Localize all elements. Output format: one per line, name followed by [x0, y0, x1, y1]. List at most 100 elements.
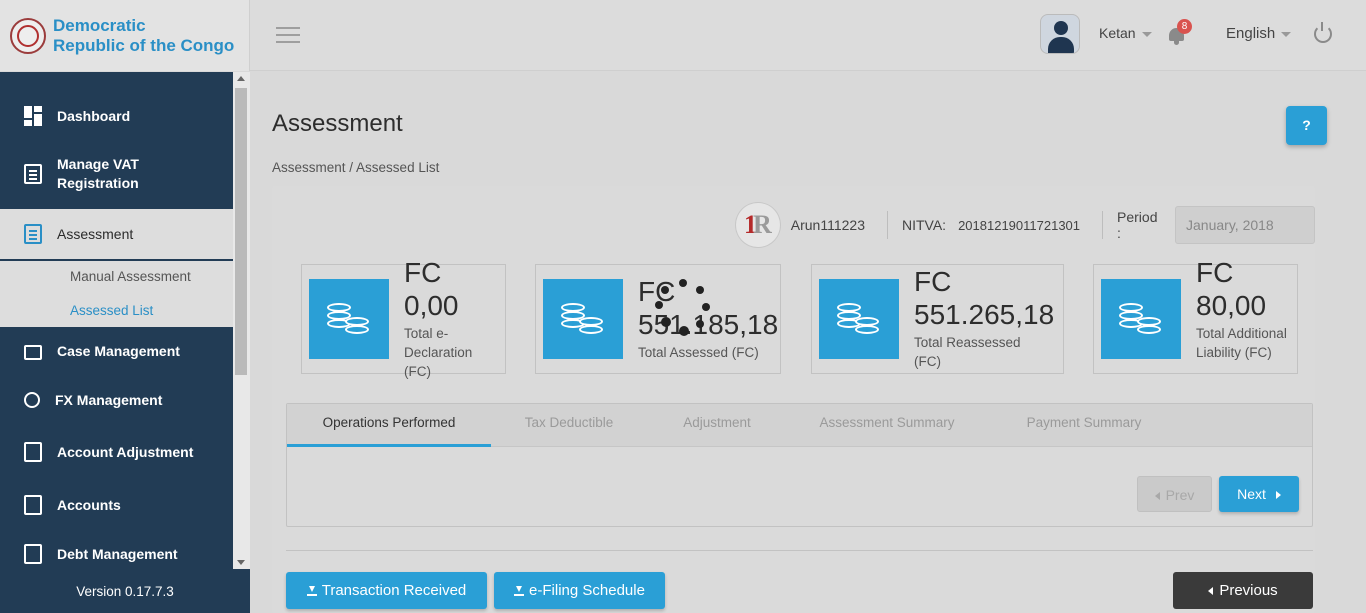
user-menu[interactable]: Ketan [1099, 25, 1152, 41]
next-label: Next [1237, 486, 1266, 502]
registration-icon [24, 164, 42, 184]
sidebar-item-accounts[interactable]: Accounts [0, 484, 233, 526]
coins-icon [819, 279, 899, 359]
scroll-up-icon[interactable] [237, 76, 245, 81]
summary-card-total-reassessed: FC 551.265,18 Total Reassessed (FC) [811, 264, 1064, 374]
tab-tax-deductible[interactable]: Tax Deductible [501, 404, 637, 447]
chevron-down-icon [1141, 31, 1152, 37]
assessment-submenu: Manual Assessment Assessed List [0, 261, 233, 327]
help-button[interactable]: ? [1286, 106, 1327, 145]
assessment-icon [24, 224, 42, 244]
breadcrumb-root[interactable]: Assessment [272, 160, 346, 175]
transaction-received-button[interactable]: Transaction Received [286, 572, 487, 609]
sidebar-item-label: Case Management [57, 343, 180, 359]
efiling-schedule-label: e-Filing Schedule [529, 582, 645, 599]
menu-toggle-icon[interactable] [276, 27, 300, 45]
period-label: Period : [1117, 209, 1158, 241]
subnav-item-assessed-list[interactable]: Assessed List [70, 303, 153, 318]
sidebar-scrollbar[interactable] [233, 72, 250, 569]
download-icon [514, 586, 525, 596]
user-avatar[interactable] [1040, 14, 1080, 54]
divider [1102, 211, 1104, 239]
assessment-panel: 1R Arun111223 NITVA: 20181219011721301 P… [272, 186, 1316, 613]
scroll-down-icon[interactable] [237, 560, 245, 565]
tab-operations-performed[interactable]: Operations Performed [287, 404, 491, 447]
breadcrumb: Assessment / Assessed List [272, 160, 439, 175]
nitva-value: 20181219011721301 [958, 217, 1081, 233]
prev-button[interactable]: Prev [1137, 476, 1212, 512]
divider [286, 550, 1313, 551]
nitva-label: NITVA: [901, 217, 947, 233]
efiling-schedule-button[interactable]: e-Filing Schedule [494, 572, 665, 609]
debt-icon [24, 544, 42, 564]
previous-label: Previous [1219, 582, 1278, 599]
loading-spinner-icon [653, 279, 713, 339]
download-icon [306, 586, 317, 596]
coat-of-arms-logo [10, 17, 46, 54]
coins-icon [309, 279, 389, 359]
card-currency: FC [404, 257, 442, 288]
card-currency: FC [1196, 257, 1234, 288]
card-label: Total e-Declaration (FC) [404, 326, 473, 379]
tab-payment-summary[interactable]: Payment Summary [999, 404, 1169, 447]
chevron-right-icon [1275, 491, 1281, 500]
brand-name: Democratic Republic of the Congo [53, 16, 234, 56]
card-label: Total Additional Liability (FC) [1196, 326, 1287, 360]
card-amount: 0,00 [404, 290, 459, 321]
page-title: Assessment [272, 110, 403, 137]
taxpayer-name: Arun111223 [790, 217, 865, 233]
coins-icon [1101, 279, 1181, 359]
previous-button[interactable]: Previous [1173, 572, 1313, 609]
sidebar-item-label: Accounts [57, 497, 121, 513]
summary-card-e-declaration: FC 0,00 Total e-Declaration (FC) [301, 257, 506, 379]
username: Ketan [1099, 25, 1136, 41]
card-label: Total Reassessed (FC) [914, 335, 1021, 369]
subnav-item-manual-assessment[interactable]: Manual Assessment [70, 269, 191, 284]
sidebar-item-fx-management[interactable]: FX Management [0, 379, 233, 421]
sidebar-item-dashboard[interactable]: Dashboard [0, 95, 233, 137]
sidebar-item-label: Account Adjustment [57, 444, 194, 460]
tab-bar: Operations Performed Tax Deductible Adju… [287, 404, 1312, 447]
chevron-left-icon [1208, 587, 1214, 596]
sidebar-item-manage-vat-registration[interactable]: Manage VAT Registration [0, 145, 233, 203]
app-version: Version 0.17.7.3 [0, 569, 250, 613]
period-field[interactable] [1175, 206, 1316, 244]
sidebar-item-label: Assessment [57, 226, 134, 242]
prev-label: Prev [1165, 487, 1195, 503]
receipt-icon [24, 495, 42, 515]
calculator-icon [24, 442, 42, 462]
sidebar-item-label: Manage VAT Registration [57, 156, 139, 191]
tab-adjustment[interactable]: Adjustment [657, 404, 777, 447]
sidebar-item-account-adjustment[interactable]: Account Adjustment [0, 431, 233, 473]
scrollbar-thumb[interactable] [235, 88, 247, 375]
brand-line-1: Democratic [53, 15, 146, 35]
taxpayer-info: 1R Arun111223 NITVA: 20181219011721301 P… [735, 202, 1316, 248]
sidebar-item-case-management[interactable]: Case Management [0, 330, 233, 372]
notification-badge: 8 [1177, 19, 1192, 34]
card-amount: 80,00 [1196, 290, 1267, 321]
next-button[interactable]: Next [1219, 476, 1299, 512]
brand-line-2: Republic of the Congo [53, 35, 235, 55]
language-label: English [1226, 25, 1276, 42]
card-currency: FC [914, 266, 952, 297]
main-content: Assessment ? Assessment / Assessed List … [250, 72, 1366, 613]
sidebar-item-label: Debt Management [57, 546, 178, 562]
card-label: Total Assessed (FC) [638, 345, 759, 360]
brand[interactable]: Democratic Republic of the Congo [0, 0, 250, 71]
currency-exchange-icon [24, 392, 40, 408]
sidebar-item-label: Dashboard [57, 108, 131, 124]
folder-icon [24, 345, 42, 360]
power-icon[interactable] [1314, 22, 1332, 43]
sidebar-item-debt-management[interactable]: Debt Management [0, 533, 233, 569]
breadcrumb-current: Assessed List [356, 160, 440, 175]
taxpayer-logo: 1R [735, 202, 781, 248]
dashboard-icon [24, 106, 42, 126]
chevron-down-icon [1281, 31, 1292, 37]
summary-card-additional-liability: FC 80,00 Total Additional Liability (FC) [1093, 257, 1298, 374]
details-tabs: Operations Performed Tax Deductible Adju… [286, 403, 1313, 527]
sidebar-item-assessment[interactable]: Assessment [0, 209, 233, 259]
language-select[interactable]: English [1226, 25, 1292, 42]
sidebar-item-label: FX Management [55, 392, 163, 408]
tab-assessment-summary[interactable]: Assessment Summary [797, 404, 977, 447]
card-amount: 551.265,18 [914, 299, 1055, 330]
